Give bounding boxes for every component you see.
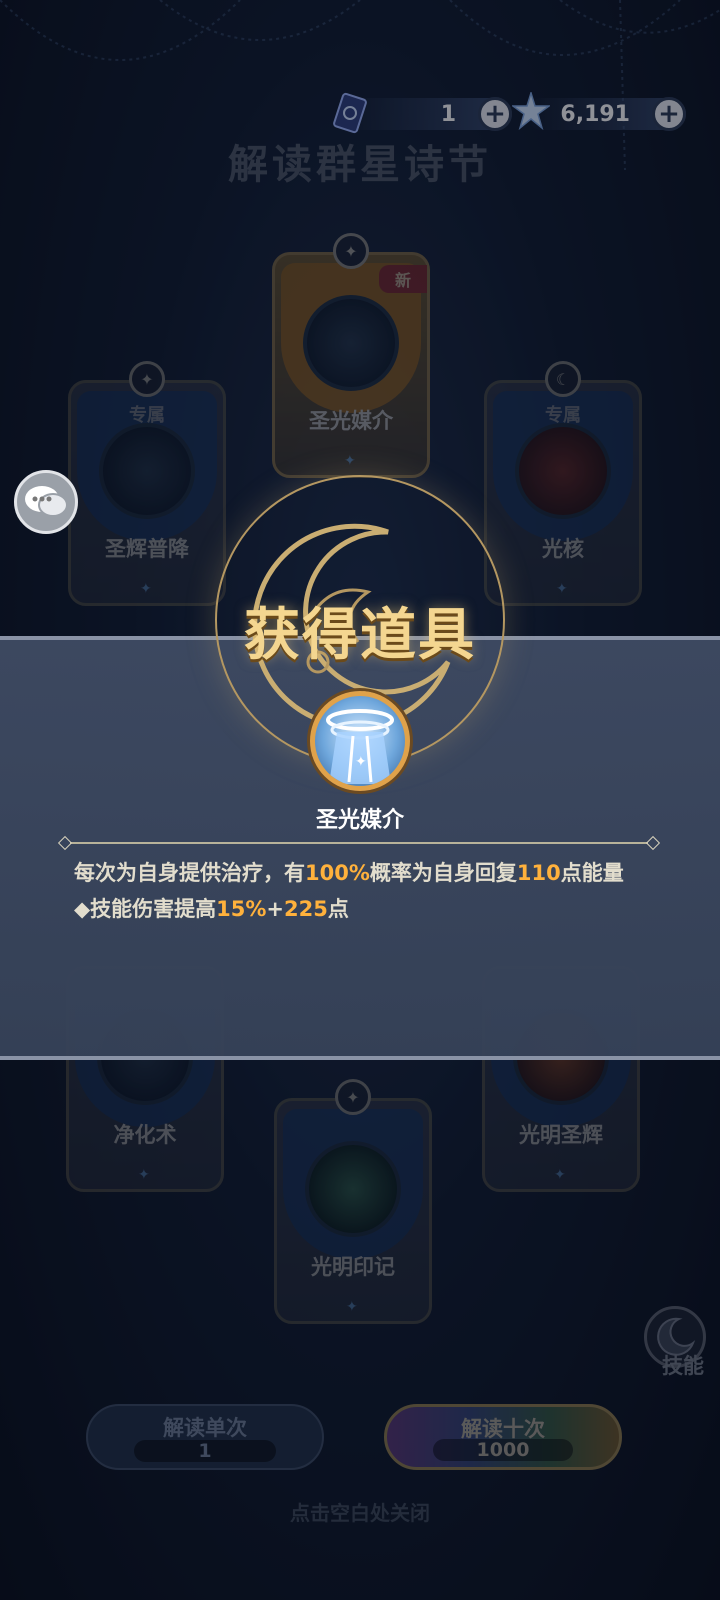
desc-line-2: ◆技能伤害提高15%+225点: [74, 891, 654, 927]
desc-line-1: 每次为自身提供治疗，有100%概率为自身回复110点能量: [74, 855, 654, 891]
desc-text: 点能量: [560, 861, 624, 885]
chat-button[interactable]: [14, 470, 78, 534]
item-name: 圣光媒介: [315, 808, 404, 833]
desc-text: 每次为自身提供治疗，有: [74, 861, 305, 885]
desc-highlight: 225: [284, 897, 328, 921]
reward-heading: 获得道具: [244, 603, 476, 668]
desc-text: 概率为自身回复: [369, 861, 517, 885]
svg-text:✦: ✦: [355, 754, 367, 770]
item-description: 每次为自身提供治疗，有100%概率为自身回复110点能量 ◆技能伤害提高15%+…: [74, 855, 654, 927]
desc-text: ◆技能伤害提高: [74, 897, 217, 921]
chat-icon: [25, 486, 68, 517]
desc-text: +: [266, 897, 285, 921]
desc-text: 点: [327, 897, 349, 921]
desc-highlight: 15%: [216, 897, 267, 921]
divider: [70, 842, 648, 844]
desc-highlight: 100%: [305, 861, 370, 885]
desc-highlight: 110: [516, 861, 561, 885]
game-screen: 1 + 6,191 + 解读群星诗节 新 ✦ 圣光媒介 ✦ 专属 ✦ 圣辉普降 …: [0, 0, 720, 1600]
item-icon: ✦: [310, 691, 410, 791]
